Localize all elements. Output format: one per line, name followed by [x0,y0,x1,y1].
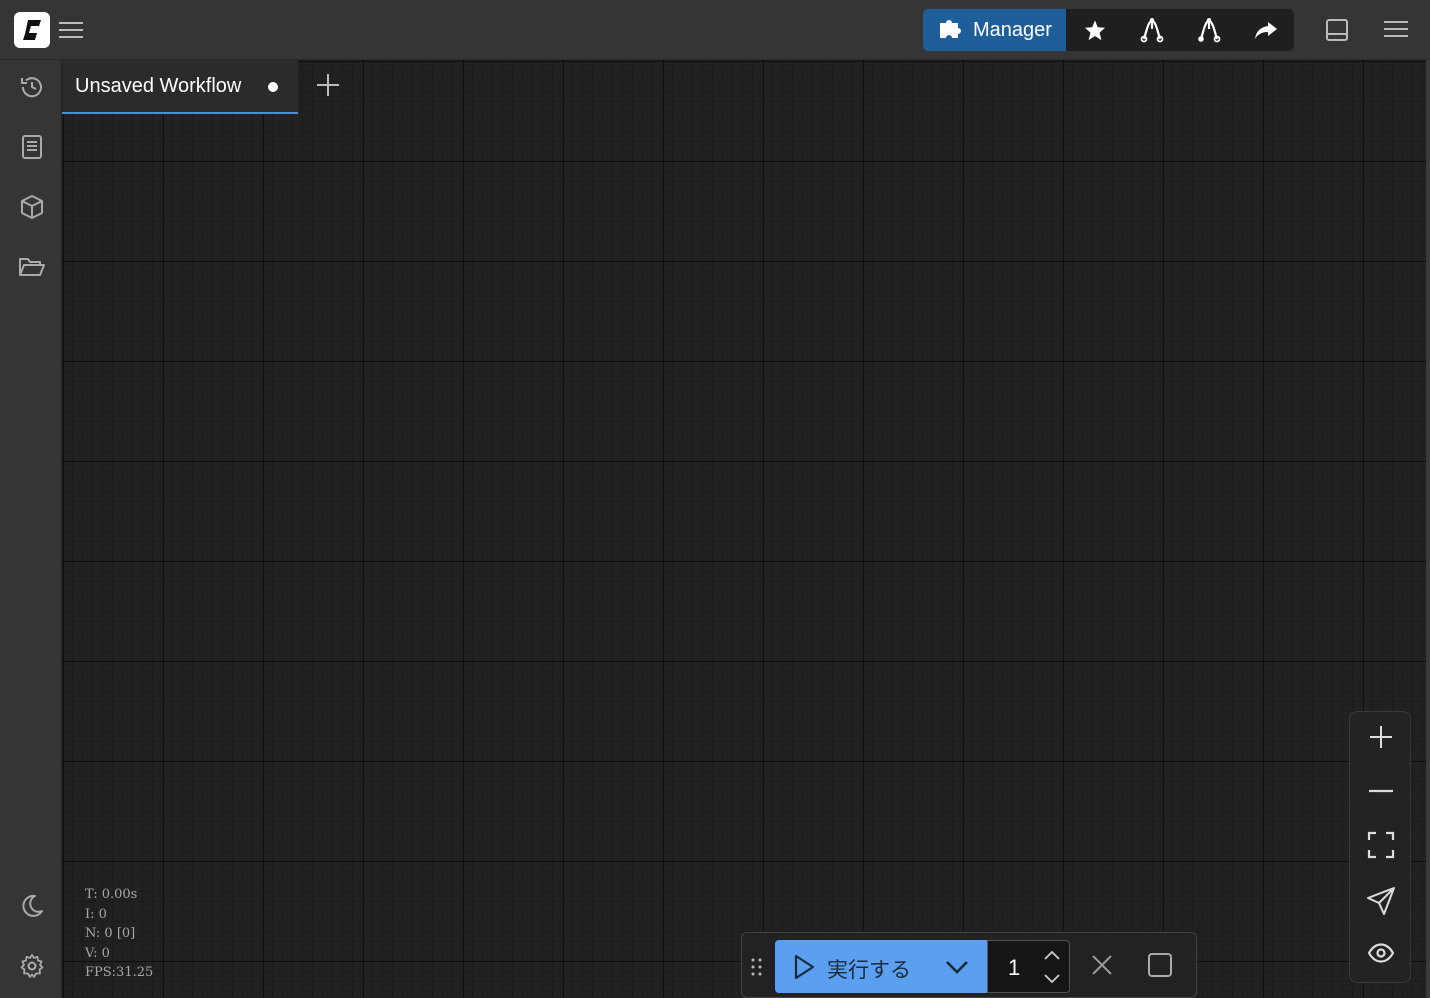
fork-button[interactable] [1123,9,1180,51]
share-icon [1254,22,1277,39]
model-library-button[interactable] [15,190,49,224]
bottom-panel-toggle[interactable] [1321,14,1353,46]
canvas-zoom-controls [1349,711,1411,983]
document-icon [22,135,42,159]
menu-icon [1384,21,1408,37]
stop-icon [1148,953,1172,977]
run-label: 実行する [827,959,911,982]
eye-icon [1367,943,1395,963]
fit-view-button[interactable] [1364,828,1398,862]
queue-action-bar: 実行する [741,932,1197,998]
batch-increment-button[interactable] [1043,947,1061,963]
close-icon [1092,955,1112,975]
tab-unsaved-workflow[interactable]: Unsaved Workflow [62,60,298,114]
theme-toggle-button[interactable] [15,889,49,923]
fork-wrench-button[interactable] [1180,9,1237,51]
batch-count-stepper [987,940,1070,993]
plus-icon [317,74,339,96]
new-tab-button[interactable] [313,70,343,100]
stat-nodes: N: 0 [0] [85,926,136,941]
folder-open-icon [19,258,45,276]
manager-label: Manager [973,18,1052,41]
zoom-out-button[interactable] [1364,774,1398,808]
canvas-right-edge [1426,60,1430,998]
zoom-out-icon [1369,789,1393,793]
settings-button[interactable] [15,949,49,983]
manager-button[interactable]: Manager [923,9,1066,51]
cancel-run-button[interactable] [1088,951,1116,979]
chevron-down-icon [946,961,968,974]
chevron-down-small-icon [1044,974,1060,984]
unsaved-dot-icon [268,82,278,92]
node-library-button[interactable] [15,130,49,164]
comfy-app: Manager Unsaved Workflow T: 0.00s I: 0 N… [0,0,1430,998]
zoom-in-icon [1370,726,1392,748]
history-icon [21,77,42,98]
side-toolbar [0,60,62,998]
more-menu-button[interactable] [1380,14,1412,46]
stop-button[interactable] [1146,951,1174,979]
stat-fps: FPS:31.25 [85,965,154,980]
locate-icon [1367,887,1395,915]
star-icon [1084,20,1105,41]
graph-canvas[interactable] [62,60,1426,998]
toggle-visibility-button[interactable] [1364,936,1398,970]
queue-history-button[interactable] [15,70,49,104]
action-toolbar: Manager [923,9,1294,51]
stat-vertices: V: 0 [85,945,110,961]
top-menu-bar: Manager [0,0,1430,60]
batch-count-input[interactable] [1008,955,1038,981]
cube-icon [21,195,43,219]
star-button[interactable] [1066,9,1123,51]
render-stats: T: 0.00s I: 0 N: 0 [0] V: 0 FPS:31.25 [85,885,153,983]
bottom-panel-icon [1326,19,1348,41]
fork-icon [1140,18,1163,43]
play-icon [793,954,815,985]
workflows-button[interactable] [15,250,49,284]
zoom-in-button[interactable] [1364,720,1398,754]
puzzle-icon [937,14,963,46]
comfy-logo-icon[interactable] [14,12,50,48]
fork-wrench-icon [1197,18,1220,43]
fit-view-icon [1367,831,1395,859]
run-mode-dropdown[interactable] [943,954,971,980]
stat-time: T: 0.00s [85,887,138,902]
batch-decrement-button[interactable] [1043,971,1061,987]
hamburger-icon[interactable] [58,18,84,42]
share-button[interactable] [1237,9,1294,51]
queue-run-button[interactable]: 実行する [775,940,987,993]
gear-icon [20,954,44,978]
stat-iterations: I: 0 [85,906,107,922]
tab-label: Unsaved Workflow [75,74,242,97]
locate-button[interactable] [1364,884,1398,918]
chevron-up-icon [1044,950,1060,960]
moon-icon [22,894,43,917]
drag-handle-icon[interactable] [750,957,764,977]
